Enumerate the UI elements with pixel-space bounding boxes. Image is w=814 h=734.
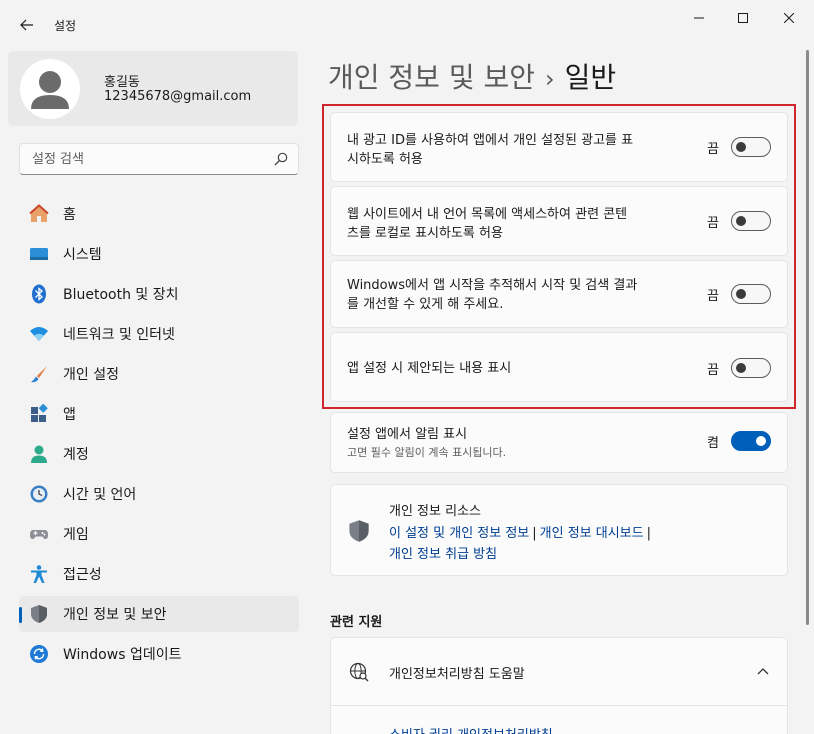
resources-links-row1: 이 설정 및 개인 정보 정보|개인 정보 대시보드|	[389, 522, 654, 541]
sidebar-item-label: 앱	[63, 404, 76, 424]
privacy-statement-link[interactable]: 개인 정보 취급 방침	[389, 547, 497, 562]
user-email: 12345678@gmail.com	[104, 89, 251, 104]
resources-title: 개인 정보 리소스	[389, 500, 481, 519]
toggle-group: 켬	[707, 431, 771, 451]
apps-icon	[29, 404, 49, 424]
sidebar-item-label: 게임	[63, 524, 89, 544]
sidebar-item-label: 시간 및 언어	[63, 484, 136, 504]
link-separator: |	[532, 526, 536, 541]
shield-icon	[347, 519, 371, 543]
accessibility-icon	[29, 564, 49, 584]
breadcrumb-current: 일반	[565, 61, 617, 94]
sidebar-item-network[interactable]: 네트워크 및 인터넷	[19, 316, 299, 352]
sidebar-item-windows-update[interactable]: Windows 업데이트	[19, 636, 299, 672]
breadcrumb-parent[interactable]: 개인 정보 및 보안	[328, 61, 535, 94]
privacy-dashboard-link[interactable]: 개인 정보 대시보드	[540, 526, 644, 541]
bluetooth-icon	[29, 284, 49, 304]
sidebar-item-label: 홈	[63, 204, 76, 224]
user-name: 홍길동	[104, 71, 140, 90]
related-support-expander: 개인정보처리방침 도움말 소비자 권리 개인정보처리방침	[330, 637, 788, 734]
expander-header[interactable]: 개인정보처리방침 도움말	[331, 638, 787, 705]
minimize-icon	[694, 13, 704, 23]
sidebar-item-label: 네트워크 및 인터넷	[63, 324, 175, 344]
search-icon	[274, 152, 288, 166]
shield-icon	[29, 604, 49, 624]
clock-globe-icon	[29, 484, 49, 504]
expander-title: 개인정보처리방침 도움말	[389, 663, 525, 682]
sidebar-item-privacy-security[interactable]: 개인 정보 및 보안	[19, 596, 299, 632]
highlight-box	[322, 104, 796, 409]
sidebar-item-label: 개인 정보 및 보안	[63, 604, 167, 624]
title-bar: 설정	[0, 0, 814, 48]
setting-title: 설정 앱에서 알림 표시	[347, 425, 687, 444]
maximize-button[interactable]	[720, 0, 766, 36]
sidebar-item-personalization[interactable]: 개인 설정	[19, 356, 299, 392]
app-title: 설정	[54, 17, 76, 34]
privacy-resources-card: 개인 정보 리소스 이 설정 및 개인 정보 정보|개인 정보 대시보드| 개인…	[330, 484, 788, 576]
update-icon	[29, 644, 49, 664]
gamepad-icon	[29, 524, 49, 544]
user-avatar-icon	[20, 59, 80, 119]
sidebar-item-label: Bluetooth 및 장치	[63, 284, 179, 304]
minimize-button[interactable]	[676, 0, 722, 36]
sidebar-item-home[interactable]: 홈	[19, 196, 299, 232]
sidebar-item-label: 시스템	[63, 244, 102, 264]
account-icon	[29, 444, 49, 464]
sidebar-item-time-language[interactable]: 시간 및 언어	[19, 476, 299, 512]
scrollbar[interactable]	[806, 50, 809, 625]
maximize-icon	[738, 13, 748, 23]
privacy-info-link[interactable]: 이 설정 및 개인 정보 정보	[389, 526, 529, 541]
sidebar-item-label: 계정	[63, 444, 89, 464]
sidebar-item-bluetooth[interactable]: Bluetooth 및 장치	[19, 276, 299, 312]
sidebar-item-accessibility[interactable]: 접근성	[19, 556, 299, 592]
chevron-up-icon	[757, 667, 769, 675]
sidebar-nav: 홈 시스템 Bluetooth 및 장치 네트워크 및 인터넷 개인 설정	[19, 196, 299, 676]
sidebar-item-system[interactable]: 시스템	[19, 236, 299, 272]
search-box[interactable]	[19, 143, 299, 175]
sidebar-item-apps[interactable]: 앱	[19, 396, 299, 432]
close-icon	[784, 13, 794, 23]
globe-search-icon	[349, 662, 369, 682]
sidebar-item-label: 접근성	[63, 564, 102, 584]
sidebar-item-label: 개인 설정	[63, 364, 119, 384]
close-button[interactable]	[766, 0, 812, 36]
breadcrumb-separator: ›	[545, 65, 555, 93]
search-input[interactable]	[20, 144, 260, 174]
back-arrow-icon	[20, 19, 34, 31]
setting-subtitle: 고면 필수 알림이 계속 표시됩니다.	[347, 444, 506, 460]
avatar	[20, 59, 80, 119]
system-icon	[29, 244, 49, 264]
sidebar-item-accounts[interactable]: 계정	[19, 436, 299, 472]
sidebar-item-gaming[interactable]: 게임	[19, 516, 299, 552]
page-title: 개인 정보 및 보안 › 일반	[328, 56, 616, 96]
user-profile-card[interactable]: 홍길동 12345678@gmail.com	[8, 51, 298, 126]
toggle-state-label: 켬	[707, 432, 719, 451]
wifi-icon	[29, 324, 49, 344]
related-link[interactable]: 소비자 권리 개인정보처리방침	[389, 724, 553, 734]
divider	[331, 705, 787, 706]
notifications-toggle[interactable]	[731, 431, 771, 451]
setting-card-notifications: 설정 앱에서 알림 표시 고면 필수 알림이 계속 표시됩니다. 켬	[330, 412, 788, 473]
link-separator: |	[647, 526, 651, 541]
toggle-knob	[756, 436, 766, 446]
back-button[interactable]	[14, 12, 40, 38]
home-icon	[29, 204, 49, 224]
sidebar-item-label: Windows 업데이트	[63, 644, 181, 664]
brush-icon	[29, 364, 49, 384]
resources-links-row2: 개인 정보 취급 방침	[389, 543, 497, 562]
related-support-heading: 관련 지원	[330, 611, 382, 630]
